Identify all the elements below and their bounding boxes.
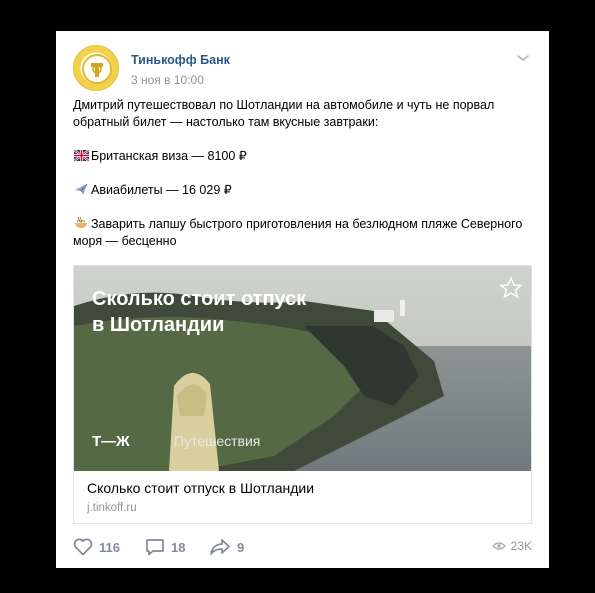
visa-cost-text: Британская виза — 8100 ₽	[91, 149, 247, 163]
list-item: Заварить лапшу быстрого приготовления на…	[73, 216, 533, 233]
post-header: Тинькофф Банк 3 ноя в 10:00	[73, 45, 532, 91]
list-item: Авиабилеты — 16 029 ₽	[73, 182, 533, 199]
scotland-cover-image[interactable]: Сколько стоит отпуск в Шотландии Т—Ж Пут…	[74, 266, 532, 471]
share-count: 9	[237, 539, 245, 555]
brand-mark: Т—Ж	[92, 433, 130, 450]
list-item: Британская виза — 8100 ₽	[72, 148, 533, 165]
comment-button[interactable]: 18	[145, 537, 185, 557]
post-footer: 116 18 9 23K	[73, 537, 532, 557]
like-button[interactable]: 116	[73, 537, 120, 557]
comment-count: 18	[171, 539, 186, 555]
coat-of-arms-icon	[82, 54, 112, 84]
post-text: Дмитрий путешествовал по Шотландии на ав…	[72, 97, 533, 250]
noodles-text-line: Заварить лапшу быстрого приготовления на…	[91, 217, 523, 231]
link-snippet[interactable]: Сколько стоит отпуск в Шотландии Т—Ж Пут…	[73, 265, 532, 524]
share-arrow-icon	[210, 539, 230, 555]
post-intro-line: Дмитрий путешествовал по Шотландии на ав…	[73, 98, 495, 112]
bank-logo-avatar[interactable]	[73, 45, 119, 91]
heart-icon	[73, 538, 93, 556]
like-count: 116	[99, 539, 120, 555]
share-button[interactable]: 9	[209, 537, 244, 557]
author-name-link[interactable]: Тинькофф Банк	[131, 53, 230, 67]
post-card: Тинькофф Банк 3 ноя в 10:00 Дмитрий путе…	[56, 31, 549, 568]
noodle-bowl-icon	[73, 216, 89, 233]
uk-flag-icon	[72, 148, 90, 165]
noodles-text-line: моря — бесценно	[73, 234, 177, 248]
cover-headline: Сколько стоит отпуск	[92, 288, 307, 310]
post-date-link[interactable]: 3 ноя в 10:00	[131, 73, 204, 87]
views-counter: 23K	[491, 539, 532, 553]
post-intro-line: обратный билет — настолько там вкусные з…	[73, 115, 379, 129]
comment-icon	[146, 539, 164, 556]
eye-icon	[491, 542, 506, 550]
airplane-icon	[73, 182, 89, 199]
views-count: 23K	[510, 539, 532, 553]
chevron-down-icon[interactable]	[516, 53, 530, 63]
snippet-title[interactable]: Сколько стоит отпуск в Шотландии	[87, 480, 314, 496]
brand-label: Путешествия	[174, 433, 260, 449]
snippet-domain: j.tinkoff.ru	[87, 502, 137, 514]
cover-headline: в Шотландии	[92, 314, 224, 336]
flights-cost-text: Авиабилеты — 16 029 ₽	[91, 183, 232, 197]
